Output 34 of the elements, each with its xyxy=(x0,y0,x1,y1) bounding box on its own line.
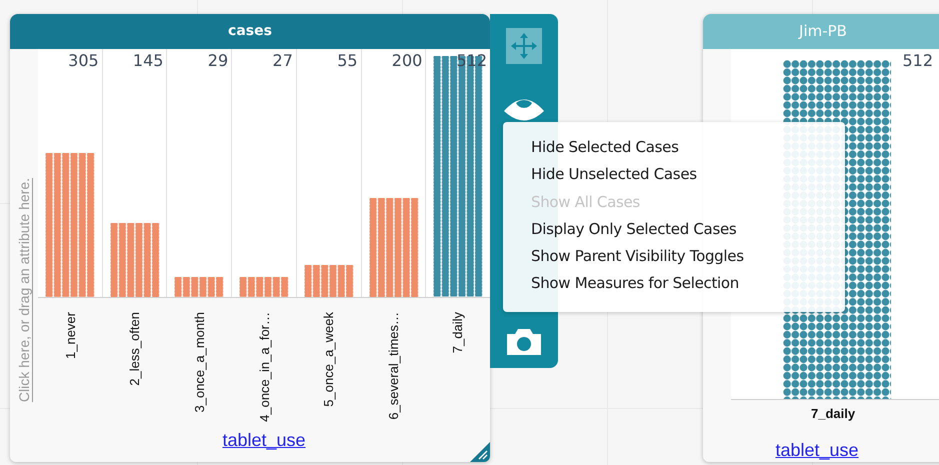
category-label: 2_less_often xyxy=(127,312,142,386)
category-label: 3_once_a_month xyxy=(192,312,207,412)
menu-item[interactable]: Display Only Selected Cases xyxy=(531,216,845,244)
graph-title: Jim-PB xyxy=(703,14,939,49)
dot-stack[interactable] xyxy=(304,264,354,297)
attribute-link[interactable]: tablet_use xyxy=(222,430,306,451)
dot-stack[interactable] xyxy=(174,277,224,297)
dot-stack[interactable] xyxy=(110,222,160,297)
menu-item[interactable]: Hide Unselected Cases xyxy=(531,161,845,189)
count-label: 305 xyxy=(68,51,99,70)
category-label: 5_once_a_week xyxy=(321,312,336,407)
count-label: 200 xyxy=(392,51,422,70)
attribute-link[interactable]: tablet_use xyxy=(775,440,859,461)
dot-stack[interactable] xyxy=(368,198,419,297)
menu-item[interactable]: Show Measures for Selection xyxy=(531,270,845,298)
menu-item[interactable]: Hide Selected Cases xyxy=(531,134,845,162)
graph-title: cases xyxy=(10,14,490,49)
category-label: 4_once_in_a_for… xyxy=(256,312,272,422)
count-label: 55 xyxy=(337,51,358,70)
dot-stack[interactable] xyxy=(433,56,484,297)
camera-icon[interactable] xyxy=(505,326,543,356)
move-icon[interactable] xyxy=(506,28,542,64)
category-label: 6_several_times… xyxy=(386,312,401,420)
count-label: 145 xyxy=(132,51,164,70)
menu-item[interactable]: Show Parent Visibility Toggles xyxy=(531,243,845,270)
category-label: 1_never xyxy=(62,312,78,359)
count-label: 512 xyxy=(902,51,933,70)
resize-handle[interactable] xyxy=(470,442,490,462)
dot-stack[interactable] xyxy=(239,277,290,297)
count-label: 29 xyxy=(208,51,228,70)
category-label: 7_daily xyxy=(811,406,856,423)
dot-stack[interactable] xyxy=(45,153,95,297)
count-label: 27 xyxy=(272,51,293,70)
category-label: 7_daily xyxy=(450,312,466,354)
